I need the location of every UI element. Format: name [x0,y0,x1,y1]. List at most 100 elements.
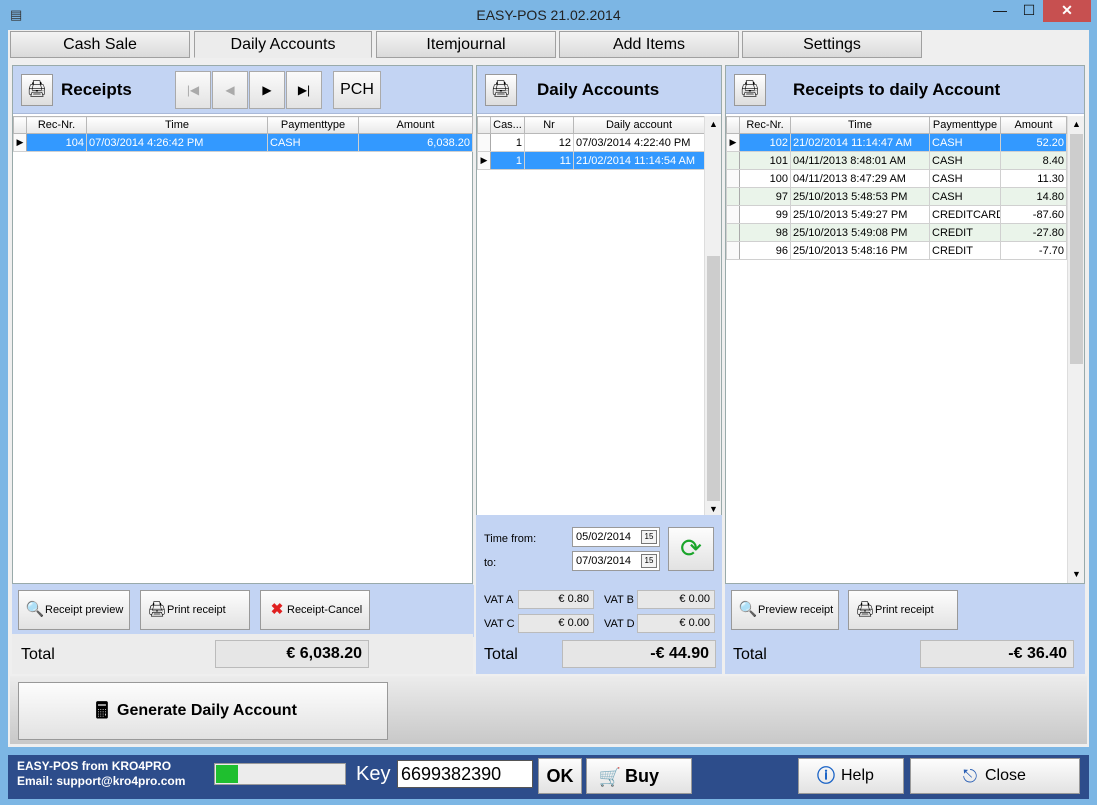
daily-accounts-panel: 🖨 Daily Accounts Cas... Nr Daily account… [476,65,722,549]
support-email: Email: support@kro4pro.com [17,774,186,788]
info-icon: ⓘ [817,766,835,786]
col-amount[interactable]: Amount [358,116,473,134]
table-row[interactable]: 98 25/10/2013 5:49:08 PM CREDIT -27.80 [726,223,1067,242]
receipts-total-label: Total [21,646,55,663]
vat-b-value: € 0.00 [637,590,715,609]
table-row[interactable]: 100 04/11/2013 8:47:29 AM CASH 11.30 [726,169,1067,188]
buy-button[interactable]: 🛒 Buy [586,758,692,794]
col-cash[interactable]: Cas... [490,116,525,134]
tab-daily-accounts[interactable]: Daily Accounts [194,31,372,58]
printer-icon[interactable]: 🖨 [485,74,517,106]
table-row[interactable]: 97 25/10/2013 5:48:53 PM CASH 14.80 [726,187,1067,206]
assigned-receipts-header: 🖨 Receipts to daily Account [726,66,1084,114]
maximize-button[interactable]: ☐ [1015,0,1043,22]
printer-icon: 🖨 [855,601,875,619]
assigned-receipts-grid[interactable]: Rec-Nr. Time Paymenttype Amount ▶ 102 21/0… [726,116,1067,260]
calendar-icon[interactable]: 15 [641,530,657,544]
scroll-down-icon[interactable]: ▼ [1068,566,1085,583]
receipts-header: 🖨 Receipts |◀ ◀ ▶ ▶| PCH [13,66,472,114]
window-title: EASY-POS 21.02.2014 [476,7,621,23]
table-row[interactable]: ▶ 102 21/02/2014 11:14:47 AM CASH 52.20 [726,133,1067,152]
receipts-total-value: € 6,038.20 [215,640,369,668]
help-button[interactable]: ⓘ Help [798,758,904,794]
col-time[interactable]: Time [86,116,268,134]
window-close-button[interactable]: ✕ [1043,0,1091,22]
minimize-button[interactable]: — [985,0,1015,22]
col-paymenttype[interactable]: Paymenttype [929,116,1001,134]
vat-a-value: € 0.80 [518,590,594,609]
scroll-up-icon[interactable]: ▲ [705,116,722,133]
daily-total-value: -€ 44.90 [562,640,716,668]
col-amount[interactable]: Amount [1000,116,1067,134]
license-key-input[interactable]: 6699382390 [397,760,533,788]
vat-a-label: VAT A [484,594,514,606]
tab-add-items[interactable]: Add Items [559,31,739,58]
row-pointer-icon: ▶ [726,133,740,152]
daily-accounts-scrollbar[interactable]: ▲ ▼ [704,116,721,548]
vat-d-label: VAT D [604,618,635,630]
assigned-receipts-panel: 🖨 Receipts to daily Account Rec-Nr. Time… [725,65,1085,584]
scroll-thumb[interactable] [1070,134,1083,364]
assigned-receipts-title: Receipts to daily Account [793,80,1001,99]
col-daily-account[interactable]: Daily account [573,116,705,134]
assigned-button-bar: 🔍Preview receipt 🖨Print receipt [725,584,1085,634]
table-row[interactable]: 1 12 07/03/2014 4:22:40 PM [477,133,705,152]
scroll-thumb[interactable] [707,256,720,501]
scroll-up-icon[interactable]: ▲ [1068,116,1085,133]
receipts-button-bar: 🔍Receipt preview 🖨Print receipt ✖ Receipt… [12,584,473,634]
magnifier-icon: 🔍 [25,601,45,619]
progress-bar [214,763,346,785]
receipts-title: Receipts [61,80,132,99]
assigned-receipts-scrollbar[interactable]: ▲ ▼ [1067,116,1084,583]
shopping-cart-icon: 🛒 [598,767,622,788]
receipts-panel: 🖨 Receipts |◀ ◀ ▶ ▶| PCH Rec-Nr. Time Pa… [12,65,474,637]
receipts-total-row: Total € 6,038.20 [12,634,473,674]
assigned-total-value: -€ 36.40 [920,640,1074,668]
table-row[interactable]: ▶ 1 11 21/02/2014 11:14:54 AM [477,151,705,170]
last-record-button[interactable]: ▶| [286,71,322,109]
row-pointer-icon: ▶ [13,133,27,152]
next-record-button[interactable]: ▶ [249,71,285,109]
title-bar[interactable]: ▤ EASY-POS 21.02.2014 — ☐ ✕ [0,0,1097,30]
preview-receipt-button[interactable]: 🔍Preview receipt [731,590,839,630]
col-indicator [726,116,740,134]
time-from-date[interactable]: 05/02/2014 15 [572,527,660,547]
table-row[interactable]: ▶ 104 07/03/2014 4:26:42 PM CASH 6,038.2… [13,133,473,152]
print-receipt-button[interactable]: 🖨Print receipt [848,590,958,630]
assigned-total-row: Total -€ 36.40 [725,634,1085,674]
calendar-icon[interactable]: 15 [641,554,657,568]
print-receipt-button[interactable]: 🖨Print receipt [140,590,250,630]
generate-daily-account-button[interactable]: 🖩 Generate Daily Account [18,682,388,740]
first-record-button[interactable]: |◀ [175,71,211,109]
printer-icon[interactable]: 🖨 [734,74,766,106]
exit-icon: ⎋ [962,766,978,786]
col-rec-nr[interactable]: Rec-Nr. [739,116,791,134]
printer-icon[interactable]: 🖨 [21,74,53,106]
pch-button[interactable]: PCH [333,71,381,109]
time-to-date[interactable]: 07/03/2014 15 [572,551,660,571]
receipt-cancel-button[interactable]: ✖ Receipt-Cancel [260,590,370,630]
status-bar: EASY-POS from KRO4PRO Email: support@kro… [8,755,1089,799]
daily-total-row: Total -€ 44.90 [476,634,722,674]
close-button[interactable]: ⎋ Close [910,758,1080,794]
receipts-grid[interactable]: Rec-Nr. Time Paymenttype Amount ▶ 104 07… [13,116,473,152]
col-nr[interactable]: Nr [524,116,574,134]
vat-d-value: € 0.00 [637,614,715,633]
tab-cash-sale[interactable]: Cash Sale [10,31,190,58]
prev-record-button[interactable]: ◀ [212,71,248,109]
col-rec-nr[interactable]: Rec-Nr. [26,116,87,134]
table-row[interactable]: 101 04/11/2013 8:48:01 AM CASH 8.40 [726,151,1067,170]
printer-icon: 🖨 [147,601,167,619]
tab-itemjournal[interactable]: Itemjournal [376,31,556,58]
table-row[interactable]: 96 25/10/2013 5:48:16 PM CREDIT -7.70 [726,241,1067,260]
tab-settings[interactable]: Settings [742,31,922,58]
refresh-icon[interactable]: ⟳ [668,527,714,571]
receipt-preview-button[interactable]: 🔍Receipt preview [18,590,130,630]
table-row[interactable]: 99 25/10/2013 5:49:27 PM CREDITCARD -87.60 [726,205,1067,224]
daily-total-label: Total [484,646,518,663]
col-paymenttype[interactable]: Paymenttype [267,116,359,134]
ok-button[interactable]: OK [538,758,582,794]
col-time[interactable]: Time [790,116,930,134]
daily-accounts-grid[interactable]: Cas... Nr Daily account 1 12 07/03/2014 … [477,116,705,170]
vat-c-value: € 0.00 [518,614,594,633]
